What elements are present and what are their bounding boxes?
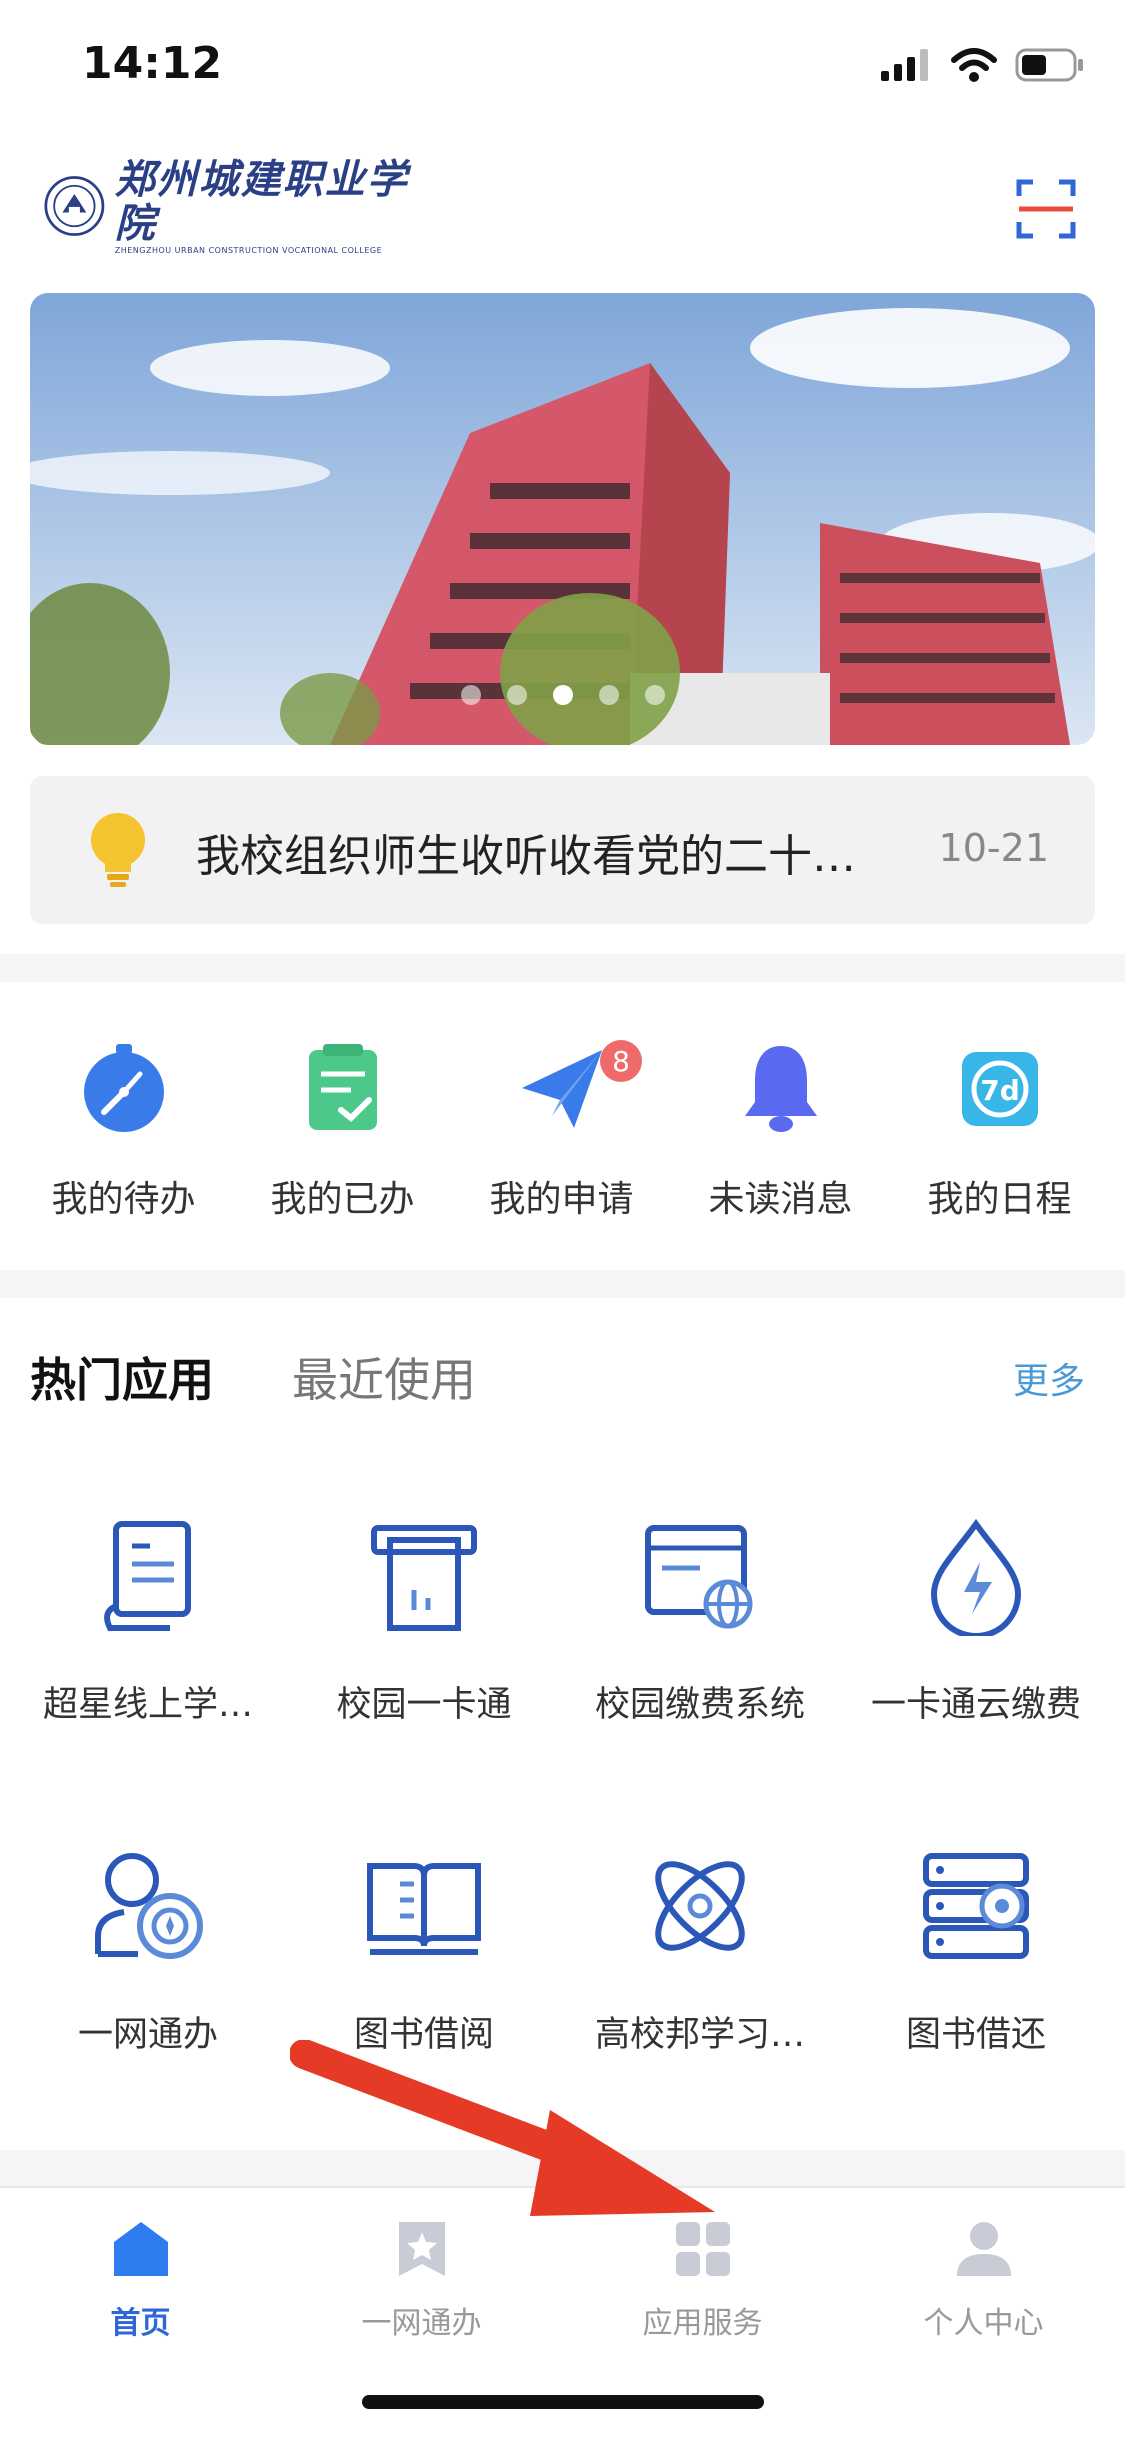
stopwatch-icon	[83, 1044, 164, 1132]
open-book-icon	[367, 1863, 481, 1955]
nav-personal-center[interactable]: 个人中心	[843, 2218, 1124, 2342]
banner-dot[interactable]	[644, 685, 665, 705]
user-service-icon	[95, 1853, 203, 1959]
quick-link-label: 我的申请	[489, 1179, 634, 1220]
nav-home[interactable]: 首页	[0, 2218, 281, 2342]
app-campus-card[interactable]: 校园一卡通	[286, 1516, 562, 1727]
nav-app-services[interactable]: 应用服务	[562, 2218, 843, 2342]
app-library-return[interactable]: 图书借还	[838, 1846, 1114, 2057]
card-reader-icon	[371, 1525, 477, 1631]
quick-link-label: 我的待办	[51, 1179, 196, 1220]
more-apps-link[interactable]: 更多	[1013, 1352, 1085, 1404]
drop-bolt-icon	[930, 1518, 1022, 1636]
app-gaoxiaobang[interactable]: 高校邦学习…	[562, 1846, 838, 2057]
wifi-icon	[951, 48, 997, 82]
app-label: 超星线上学…	[42, 1685, 253, 1725]
tab-recent-apps[interactable]: 最近使用	[292, 1344, 476, 1410]
banner-dot-active[interactable]	[552, 685, 573, 705]
college-emblem-icon	[44, 176, 105, 236]
app-card-cloud-payment[interactable]: 一卡通云缴费	[838, 1516, 1114, 1727]
checklist-icon	[308, 1044, 377, 1130]
quick-link-label: 我的日程	[927, 1179, 1072, 1220]
status-icons	[881, 48, 1085, 82]
app-label: 一卡通云缴费	[870, 1685, 1081, 1725]
quick-link-done[interactable]: 我的已办	[233, 1020, 452, 1222]
bookmark-star-icon	[398, 2222, 445, 2276]
app-label: 一网通办	[77, 2015, 218, 2055]
quick-link-applications[interactable]: 8 我的申请	[452, 1020, 671, 1222]
banner-image	[30, 293, 1095, 745]
book-scroll-icon	[104, 1521, 191, 1631]
svg-text:7d: 7d	[980, 1074, 1020, 1107]
college-logo: 郑州城建职业学院 ZHENGZHOU URBAN CONSTRUCTION VO…	[44, 157, 424, 255]
app-library-borrow[interactable]: 图书借阅	[286, 1846, 562, 2057]
banner-pagination	[0, 685, 1125, 705]
app-one-stop-service[interactable]: 一网通办	[10, 1846, 286, 2057]
campus-banner[interactable]	[30, 293, 1095, 745]
tab-hot-apps[interactable]: 热门应用	[30, 1344, 214, 1410]
quick-link-label: 我的已办	[270, 1179, 415, 1220]
quick-link-todo[interactable]: 我的待办	[14, 1020, 233, 1222]
section-divider	[0, 954, 1125, 982]
home-indicator	[362, 2395, 764, 2409]
college-name-cn: 郑州城建职业学院	[114, 155, 409, 247]
banner-dot[interactable]	[506, 685, 527, 705]
quick-links: 我的待办 我的已办 8 我的申请 未读消息 7d 我的日程	[0, 1020, 1125, 1222]
college-name-en: ZHENGZHOU URBAN CONSTRUCTION VOCATIONAL …	[114, 245, 383, 255]
calendar-7d-icon: 7d	[961, 1052, 1038, 1126]
server-gear-icon	[923, 1853, 1029, 1959]
quick-link-messages[interactable]: 未读消息	[671, 1020, 890, 1222]
unread-badge: 8	[600, 1040, 642, 1082]
person-icon	[956, 2222, 1011, 2276]
atom-icon	[655, 1861, 745, 1951]
section-divider	[0, 1270, 1125, 1298]
nav-label: 一网通办	[361, 2306, 482, 2341]
quick-link-label: 未读消息	[708, 1179, 853, 1220]
nav-label: 首页	[110, 2306, 171, 2341]
app-campus-payment[interactable]: 校园缴费系统	[562, 1516, 838, 1727]
app-chaoxing[interactable]: 超星线上学…	[10, 1516, 286, 1727]
paper-plane-icon	[521, 1050, 602, 1128]
bell-icon	[744, 1046, 817, 1132]
nav-one-stop-service[interactable]: 一网通办	[281, 2218, 562, 2342]
app-label: 校园缴费系统	[594, 1685, 805, 1725]
quick-link-schedule[interactable]: 7d 我的日程	[890, 1020, 1109, 1222]
home-icon	[113, 2222, 168, 2276]
signal-icon	[881, 49, 928, 81]
battery-icon	[1015, 48, 1083, 82]
app-label: 图书借还	[905, 2015, 1046, 2055]
banner-dot[interactable]	[460, 685, 481, 705]
nav-label: 个人中心	[923, 2306, 1044, 2341]
status-time: 14:12	[82, 38, 223, 89]
lightbulb-icon	[91, 813, 145, 887]
app-label: 校园一卡通	[336, 1685, 512, 1725]
scan-icon[interactable]	[1015, 178, 1077, 240]
news-headline[interactable]: 我校组织师生收听收看党的二十…	[196, 820, 916, 884]
annotation-arrow	[290, 2040, 715, 2216]
news-date: 10-21	[938, 826, 1049, 870]
banner-dot[interactable]	[598, 685, 619, 705]
nav-label: 应用服务	[642, 2306, 763, 2341]
web-payment-icon	[645, 1525, 753, 1629]
grid-icon	[675, 2222, 730, 2276]
